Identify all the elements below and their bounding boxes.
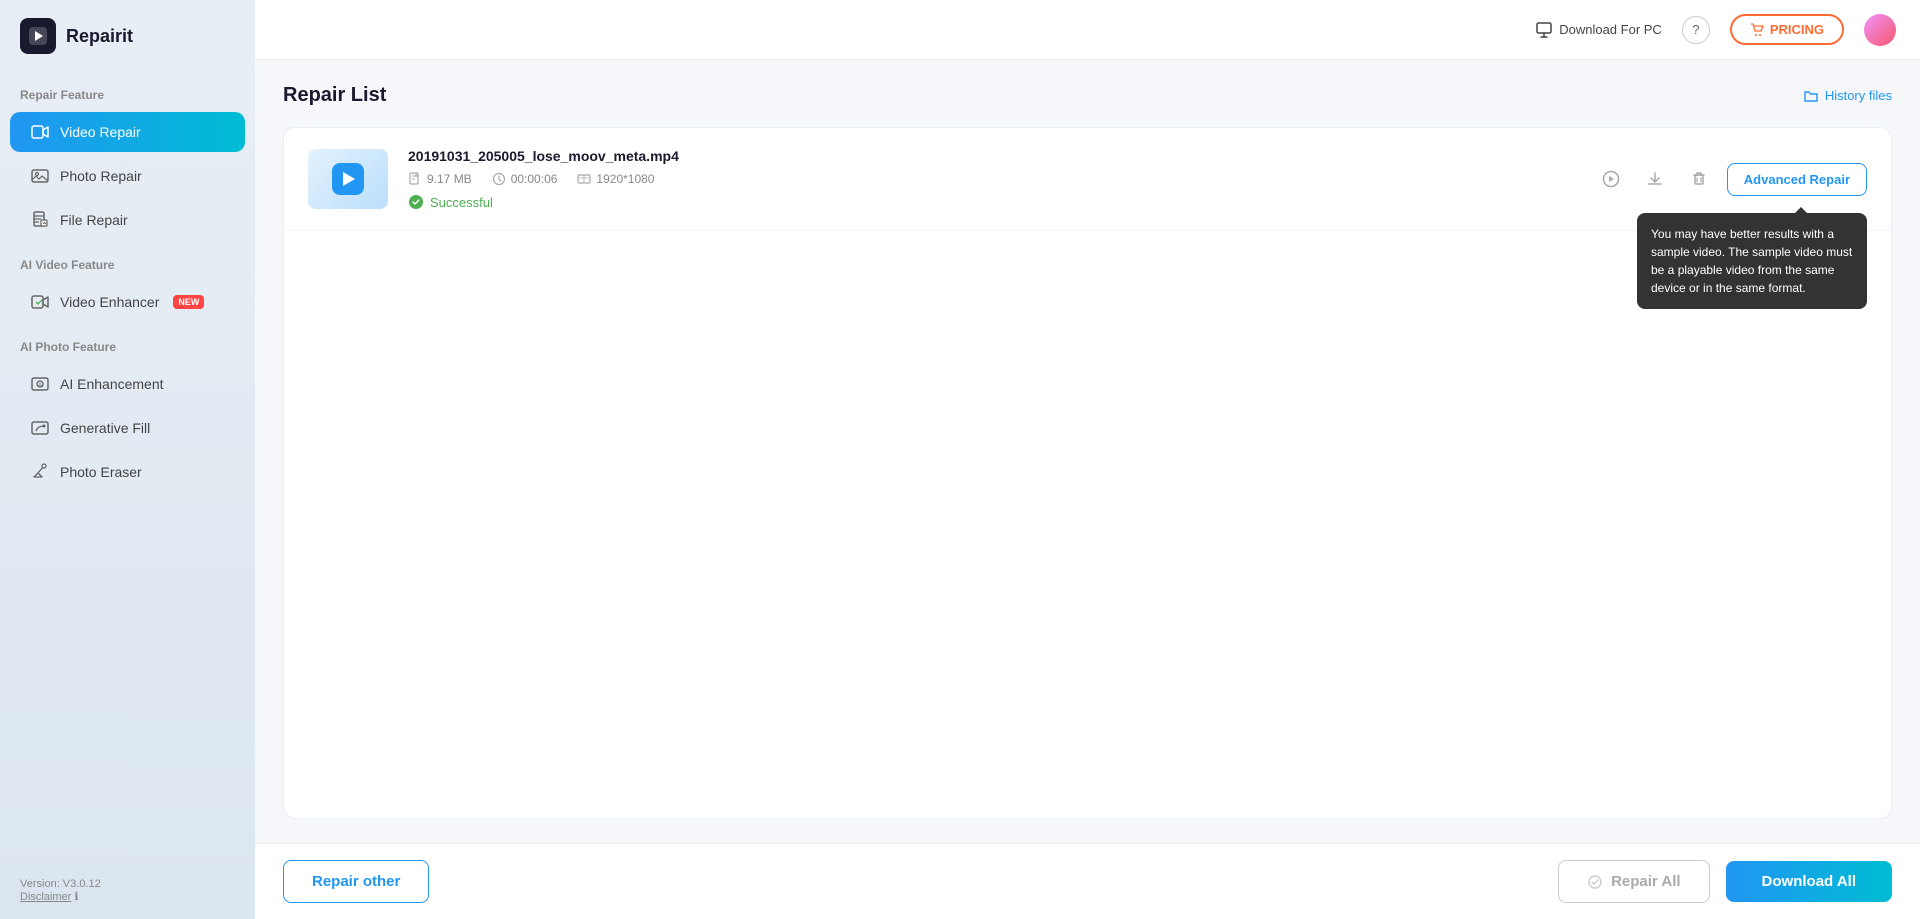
sidebar-item-file-repair[interactable]: File Repair — [10, 200, 245, 240]
repair-list: 20191031_205005_lose_moov_meta.mp4 9.17 … — [283, 127, 1892, 819]
bottom-bar: Repair other Repair All Download All — [255, 843, 1920, 919]
bottom-right-buttons: Repair All Download All — [1558, 860, 1892, 903]
sidebar-item-ai-enhancement[interactable]: AI AI Enhancement — [10, 364, 245, 404]
download-for-pc-btn[interactable]: Download For PC — [1535, 21, 1662, 39]
repair-item-actions: Advanced Repair You may have better resu… — [1595, 163, 1867, 196]
status-badge: Successful — [408, 194, 1575, 210]
meta-duration: 00:00:06 — [492, 172, 558, 186]
repair-other-button[interactable]: Repair other — [283, 860, 429, 903]
sidebar-item-video-enhancer[interactable]: Video Enhancer NEW — [10, 282, 245, 322]
repair-item-filename: 20191031_205005_lose_moov_meta.mp4 — [408, 148, 1575, 164]
ai-video-section-label: AI Video Feature — [0, 242, 255, 280]
sidebar-item-video-repair[interactable]: Video Repair — [10, 112, 245, 152]
table-row: 20191031_205005_lose_moov_meta.mp4 9.17 … — [284, 128, 1891, 231]
filesize-icon — [408, 172, 422, 186]
repair-all-button[interactable]: Repair All — [1558, 860, 1709, 903]
trash-icon — [1690, 170, 1708, 188]
video-enhancer-icon — [30, 292, 50, 312]
file-repair-label: File Repair — [60, 212, 128, 228]
header: Download For PC ? PRICING — [255, 0, 1920, 60]
repair-all-icon — [1587, 874, 1603, 890]
disclaimer-link[interactable]: Disclaimer — [20, 891, 71, 903]
photo-eraser-icon — [30, 462, 50, 482]
avatar[interactable] — [1864, 14, 1896, 46]
play-button-thumb — [332, 163, 364, 195]
download-button[interactable] — [1639, 163, 1671, 195]
sidebar-item-generative-fill[interactable]: Generative Fill — [10, 408, 245, 448]
video-thumbnail — [308, 149, 388, 209]
app-logo: Repairit — [0, 0, 255, 72]
preview-icon — [1602, 170, 1620, 188]
page-title: Repair List — [283, 84, 386, 107]
preview-button[interactable] — [1595, 163, 1627, 195]
new-badge: NEW — [173, 295, 204, 309]
video-repair-label: Video Repair — [60, 124, 141, 140]
repair-feature-section-label: Repair Feature — [0, 72, 255, 110]
ai-enhancement-icon: AI — [30, 374, 50, 394]
ai-photo-section-label: AI Photo Feature — [0, 324, 255, 362]
generative-fill-icon — [30, 418, 50, 438]
content-area: Repair List History files 20191031_20500… — [255, 60, 1920, 843]
svg-text:AI: AI — [38, 383, 44, 389]
meta-resolution: 1920*1080 — [577, 172, 654, 186]
sidebar-item-photo-eraser[interactable]: Photo Eraser — [10, 452, 245, 492]
success-icon — [408, 194, 424, 210]
download-all-button[interactable]: Download All — [1726, 861, 1892, 902]
repair-item-meta: 9.17 MB 00:00:06 — [408, 172, 1575, 186]
video-repair-icon — [30, 122, 50, 142]
sidebar-item-photo-repair[interactable]: Photo Repair — [10, 156, 245, 196]
photo-repair-icon — [30, 166, 50, 186]
repair-item-info: 20191031_205005_lose_moov_meta.mp4 9.17 … — [408, 148, 1575, 210]
cart-icon — [1750, 23, 1764, 37]
meta-filesize: 9.17 MB — [408, 172, 472, 186]
resolution-icon — [577, 172, 591, 186]
content-header: Repair List History files — [283, 84, 1892, 107]
version-text: Version: V3.0.12 — [20, 878, 235, 890]
advanced-repair-button[interactable]: Advanced Repair — [1727, 163, 1867, 196]
history-files-btn[interactable]: History files — [1803, 88, 1892, 104]
clock-icon — [492, 172, 506, 186]
folder-icon — [1803, 88, 1819, 104]
file-repair-icon — [30, 210, 50, 230]
sidebar: Repairit Repair Feature Video Repair Pho… — [0, 0, 255, 919]
photo-repair-label: Photo Repair — [60, 168, 142, 184]
monitor-icon — [1535, 21, 1553, 39]
photo-eraser-label: Photo Eraser — [60, 464, 142, 480]
logo-icon — [20, 18, 56, 54]
play-triangle-icon — [343, 172, 355, 186]
help-icon[interactable]: ? — [1682, 16, 1710, 44]
main-content: Download For PC ? PRICING Repair List Hi… — [255, 0, 1920, 919]
ai-enhancement-label: AI Enhancement — [60, 376, 164, 392]
sidebar-footer: Version: V3.0.12 Disclaimer ℹ — [0, 862, 255, 919]
app-name: Repairit — [66, 26, 133, 47]
pricing-button[interactable]: PRICING — [1730, 14, 1844, 45]
generative-fill-label: Generative Fill — [60, 420, 150, 436]
video-enhancer-label: Video Enhancer — [60, 294, 159, 310]
download-icon — [1646, 170, 1664, 188]
delete-button[interactable] — [1683, 163, 1715, 195]
tooltip-box: You may have better results with a sampl… — [1637, 213, 1867, 309]
